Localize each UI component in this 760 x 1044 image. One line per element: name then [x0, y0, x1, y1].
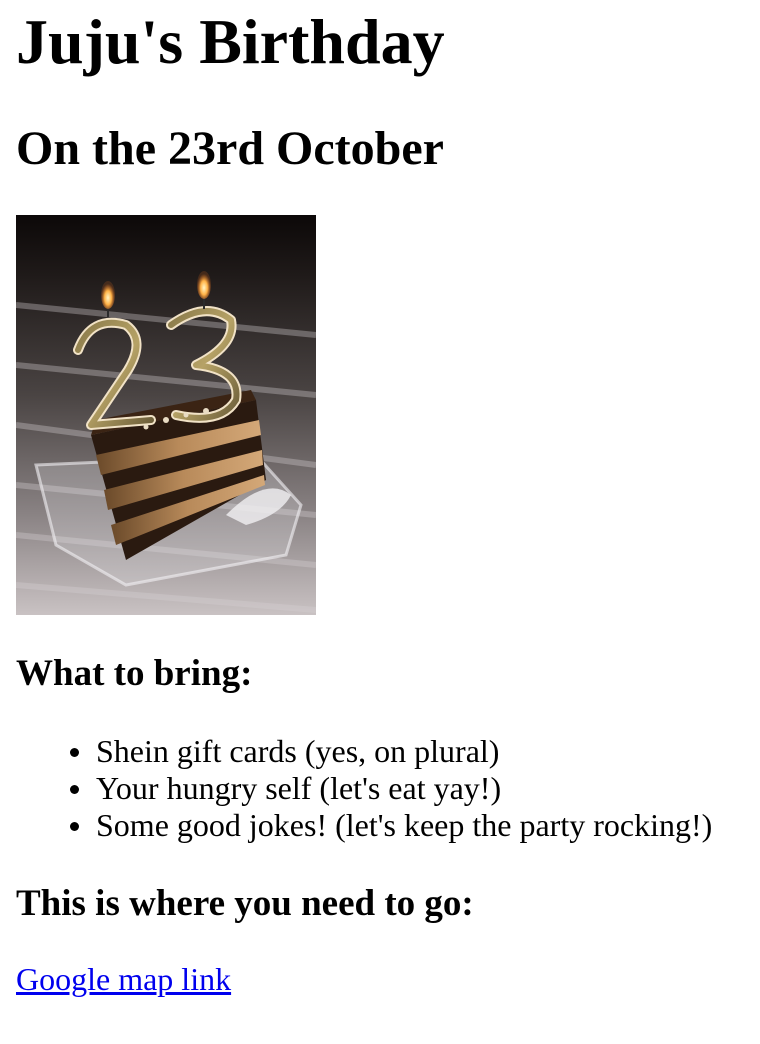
- what-to-bring-heading: What to bring:: [16, 653, 253, 694]
- bullet-icon: [70, 785, 79, 794]
- event-date-heading: On the 23rd October: [16, 122, 444, 175]
- list-item-label: Shein gift cards (yes, on plural): [96, 733, 500, 769]
- list-item: Your hungry self (let's eat yay!): [70, 770, 712, 807]
- location-heading: This is where you need to go:: [16, 883, 474, 924]
- bullet-icon: [70, 822, 79, 831]
- list-item-label: Some good jokes! (let's keep the party r…: [96, 807, 713, 843]
- list-item: Some good jokes! (let's keep the party r…: [70, 807, 713, 844]
- bullet-icon: [70, 748, 79, 757]
- birthday-cake-photo: [16, 215, 316, 615]
- google-map-link[interactable]: Google map link: [16, 961, 231, 998]
- list-item: Shein gift cards (yes, on plural): [70, 733, 712, 770]
- page-title: Juju's Birthday: [16, 6, 445, 77]
- list-item-label: Your hungry self (let's eat yay!): [96, 770, 502, 806]
- bring-list: Shein gift cards (yes, on plural) Your h…: [16, 733, 712, 844]
